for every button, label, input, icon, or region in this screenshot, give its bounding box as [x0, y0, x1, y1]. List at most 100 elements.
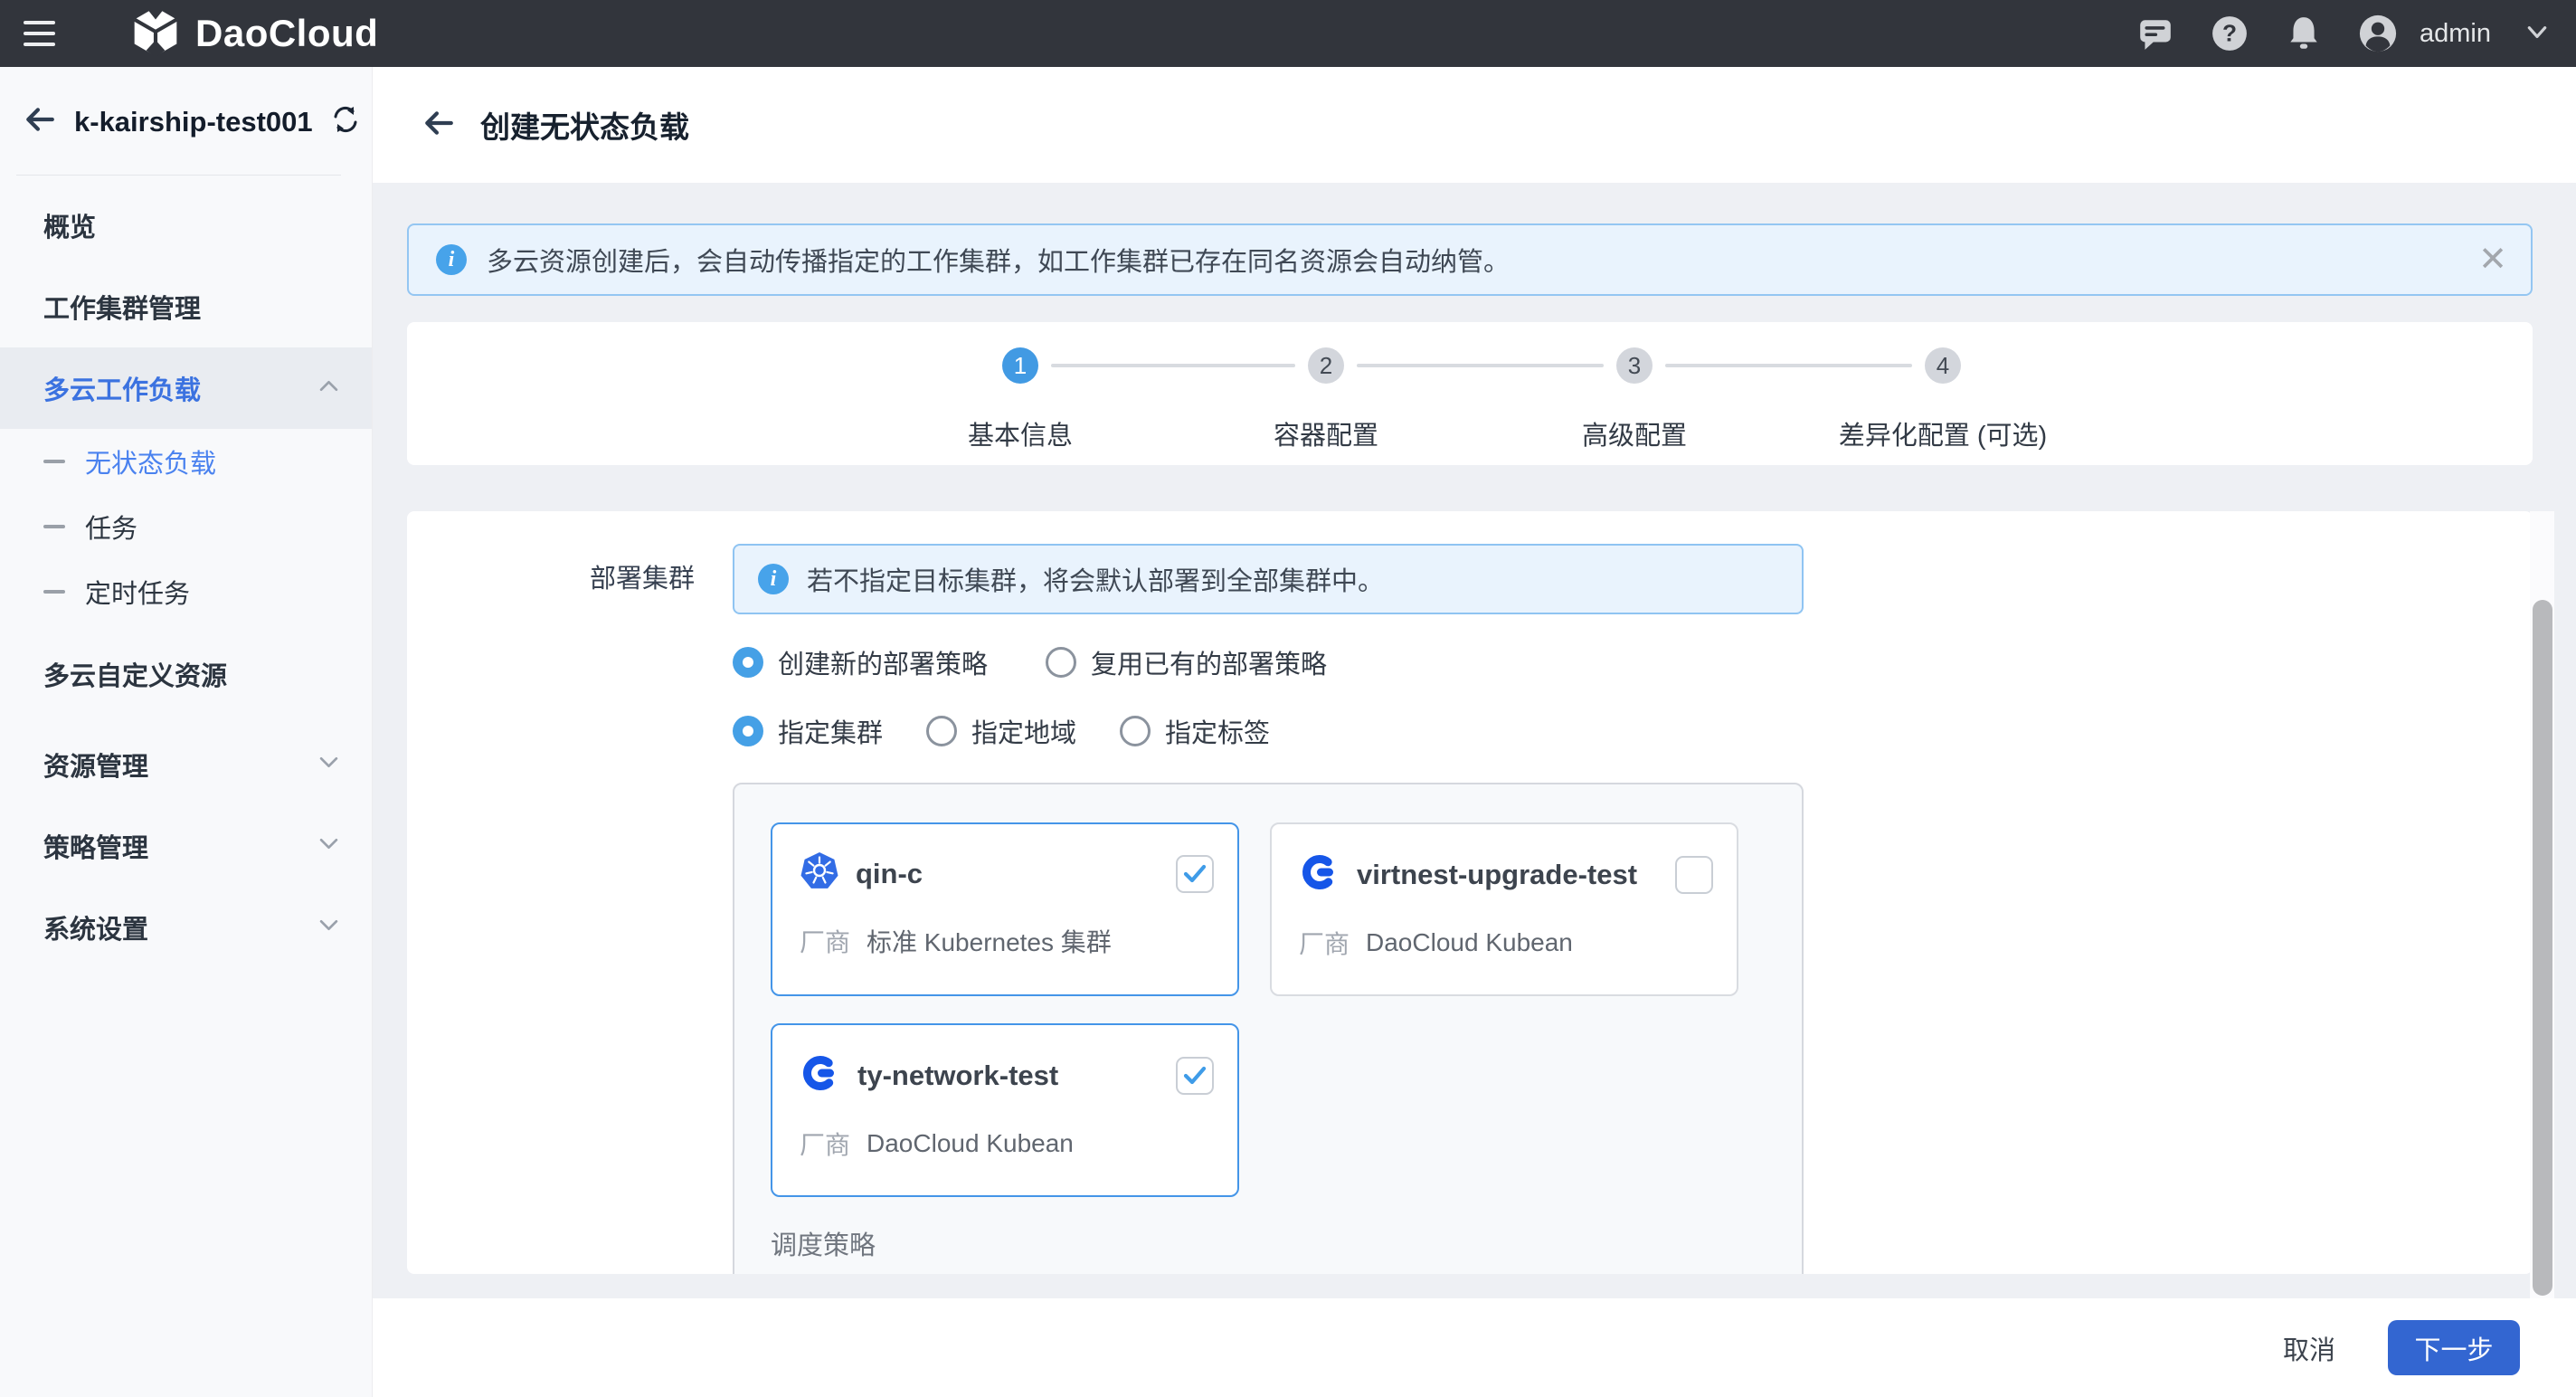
- vendor-value: 标准 Kubernetes 集群: [867, 923, 1112, 959]
- kubean-icon: [800, 1052, 841, 1098]
- step-1-label: 基本信息: [867, 414, 1174, 452]
- sidebar-subitem-label: 定时任务: [85, 573, 190, 611]
- next-step-button[interactable]: 下一步: [2388, 1320, 2520, 1375]
- dash-icon: [43, 460, 65, 463]
- page-back-icon[interactable]: [422, 107, 455, 144]
- hint-text: 若不指定目标集群，将会默认部署到全部集群中。: [807, 560, 1384, 598]
- form-panel: 部署集群 i 若不指定目标集群，将会默认部署到全部集群中。 创建新的部署策略: [407, 511, 2533, 1274]
- chevron-down-icon: [318, 832, 339, 861]
- user-name[interactable]: admin: [2420, 19, 2491, 49]
- topbar: DaoCloud ?: [0, 0, 2576, 67]
- sidebar-subitem-jobs[interactable]: 任务: [0, 494, 372, 559]
- sidebar-subitem-stateless-workloads[interactable]: 无状态负载: [0, 429, 372, 494]
- sidebar-item-multicloud-custom-resources[interactable]: 多云自定义资源: [0, 633, 372, 715]
- step-connector: [1665, 364, 1912, 367]
- alert-text: 多云资源创建后，会自动传播指定的工作集群，如工作集群已存在同名资源会自动纳管。: [487, 241, 1510, 279]
- cluster-checkbox[interactable]: [1176, 855, 1214, 893]
- radio-unchecked-icon[interactable]: [1046, 647, 1076, 678]
- propagation-alert: i 多云资源创建后，会自动传播指定的工作集群，如工作集群已存在同名资源会自动纳管…: [407, 223, 2533, 296]
- cluster-card-virtnest-upgrade-test[interactable]: virtnest-upgrade-test 厂商 DaoCloud Kubean: [1270, 822, 1738, 996]
- step-1-circle: 1: [1002, 347, 1038, 384]
- cluster-name: virtnest-upgrade-test: [1357, 859, 1659, 891]
- avatar[interactable]: [2358, 14, 2398, 53]
- chat-icon[interactable]: [2136, 14, 2175, 53]
- alert-close-icon[interactable]: ✕: [2478, 242, 2507, 277]
- sidebar-back-icon[interactable]: [24, 103, 56, 140]
- deploy-cluster-label: 部署集群: [590, 565, 695, 594]
- wizard-stepper: 1 2 3 4 基本信息 容器配置 高级配置 差异化配置 (可选): [407, 322, 2533, 465]
- radio-checked-icon[interactable]: [733, 716, 763, 746]
- deploy-hint: i 若不指定目标集群，将会默认部署到全部集群中。: [733, 544, 1804, 614]
- sidebar-item-resource-mgmt[interactable]: 资源管理: [0, 724, 372, 805]
- radio-label: 指定集群: [778, 712, 883, 750]
- step-connector: [1357, 364, 1604, 367]
- daocloud-logo: DaoCloud: [130, 6, 378, 62]
- bell-icon[interactable]: [2284, 14, 2324, 53]
- cancel-button[interactable]: 取消: [2283, 1329, 2335, 1367]
- radio-label: 指定地域: [971, 712, 1076, 750]
- vendor-value: DaoCloud Kubean: [1366, 928, 1573, 957]
- sidebar-item-label: 资源管理: [43, 746, 148, 784]
- sidebar-item-multicloud-workloads[interactable]: 多云工作负载: [0, 347, 372, 429]
- switch-cluster-icon[interactable]: [331, 105, 360, 138]
- cluster-checkbox[interactable]: [1675, 856, 1713, 894]
- cluster-name: k-kairship-test001: [74, 106, 313, 138]
- radio-specify-cluster[interactable]: 指定集群: [733, 712, 883, 750]
- step-4-circle: 4: [1925, 347, 1961, 384]
- sidebar-item-overview[interactable]: 概览: [0, 185, 372, 266]
- step-4-label: 差异化配置 (可选): [1789, 414, 2097, 452]
- sidebar-item-label: 概览: [43, 206, 96, 244]
- cluster-card-ty-network-test[interactable]: ty-network-test 厂商 DaoCloud Kubean: [771, 1023, 1239, 1197]
- scheduling-policy-label: 调度策略: [771, 1224, 1766, 1262]
- cluster-checkbox[interactable]: [1176, 1057, 1214, 1095]
- sidebar-subitem-label: 任务: [85, 508, 137, 546]
- sidebar-item-system-settings[interactable]: 系统设置: [0, 887, 372, 968]
- help-icon[interactable]: ?: [2210, 14, 2249, 53]
- radio-unchecked-icon[interactable]: [926, 716, 957, 746]
- vendor-label: 厂商: [800, 1126, 850, 1162]
- vendor-value: DaoCloud Kubean: [867, 1129, 1074, 1158]
- step-connector: [1051, 364, 1295, 367]
- chevron-down-icon: [318, 913, 339, 943]
- radio-specify-label[interactable]: 指定标签: [1120, 712, 1270, 750]
- dash-icon: [43, 525, 65, 528]
- sidebar-item-label: 系统设置: [43, 908, 148, 946]
- sidebar-item-policy-mgmt[interactable]: 策略管理: [0, 805, 372, 887]
- sidebar-divider: [16, 175, 341, 176]
- vendor-label: 厂商: [1299, 925, 1350, 961]
- radio-reuse-policy[interactable]: 复用已有的部署策略: [1046, 643, 1327, 681]
- step-2-label: 容器配置: [1172, 414, 1480, 452]
- radio-label: 复用已有的部署策略: [1091, 643, 1327, 681]
- sidebar-item-label: 多云工作负载: [43, 369, 201, 407]
- user-menu-chevron-down-icon[interactable]: [2525, 20, 2549, 48]
- radio-unchecked-icon[interactable]: [1120, 716, 1151, 746]
- cluster-name: ty-network-test: [857, 1060, 1160, 1092]
- dash-icon: [43, 590, 65, 594]
- sidebar-item-worker-cluster-mgmt[interactable]: 工作集群管理: [0, 266, 372, 347]
- radio-checked-icon[interactable]: [733, 647, 763, 678]
- chevron-up-icon: [318, 374, 339, 404]
- wizard-footer: 取消 下一步: [373, 1298, 2576, 1397]
- info-icon: i: [436, 244, 467, 275]
- scrollbar-thumb[interactable]: [2533, 600, 2552, 1296]
- sidebar-item-label: 策略管理: [43, 827, 148, 865]
- sidebar-subitem-cronjobs[interactable]: 定时任务: [0, 559, 372, 624]
- step-3-circle: 3: [1616, 347, 1653, 384]
- radio-create-new-policy[interactable]: 创建新的部署策略: [733, 643, 988, 681]
- cube-icon: [130, 6, 181, 62]
- page-header: 创建无状态负载: [373, 67, 2576, 183]
- page-title: 创建无状态负载: [480, 103, 689, 147]
- chevron-down-icon: [318, 750, 339, 780]
- kubernetes-icon: [800, 851, 839, 896]
- cluster-selection-box: qin-c 厂商 标准 Kubernetes 集群: [733, 783, 1804, 1274]
- info-icon: i: [758, 564, 789, 594]
- sidebar-subitem-label: 无状态负载: [85, 442, 216, 480]
- sidebar: k-kairship-test001 概览 工作集群管理 多云工作负载 无状态负…: [0, 67, 373, 1397]
- step-3-label: 高级配置: [1481, 414, 1788, 452]
- step-2-circle: 2: [1308, 347, 1344, 384]
- hamburger-menu-icon[interactable]: [24, 15, 60, 52]
- radio-specify-region[interactable]: 指定地域: [926, 712, 1076, 750]
- brand-name: DaoCloud: [195, 12, 378, 55]
- cluster-card-qin-c[interactable]: qin-c 厂商 标准 Kubernetes 集群: [771, 822, 1239, 996]
- kubean-icon: [1299, 851, 1340, 898]
